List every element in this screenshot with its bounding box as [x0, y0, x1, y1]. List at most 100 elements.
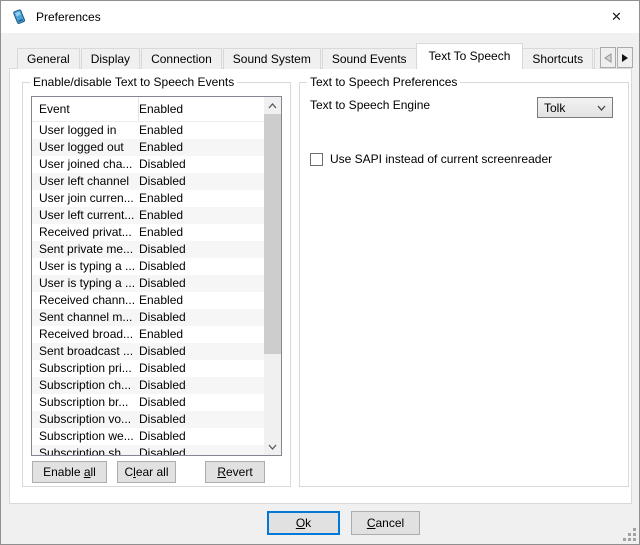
tab-general[interactable]: General: [17, 48, 80, 69]
titlebar[interactable]: Preferences ✕: [1, 1, 639, 33]
table-row[interactable]: Sent private me...Disabled: [32, 241, 281, 258]
table-row[interactable]: User logged outEnabled: [32, 139, 281, 156]
close-icon: ✕: [611, 9, 622, 25]
event-name: Sent channel m...: [32, 309, 139, 326]
event-state: Disabled: [139, 258, 281, 275]
tts-events-table[interactable]: Event Enabled User logged inEnabledUser …: [31, 96, 282, 456]
sapi-checkbox[interactable]: [310, 153, 323, 166]
table-row[interactable]: User left channelDisabled: [32, 173, 281, 190]
tts-preferences-groupbox: Text to Speech Preferences: [299, 82, 629, 487]
tab-scroll-left-button[interactable]: [600, 47, 616, 68]
event-name: User left current...: [32, 207, 139, 224]
event-state: Enabled: [139, 207, 281, 224]
event-name: Received chann...: [32, 292, 139, 309]
tab-display[interactable]: Display: [81, 48, 140, 69]
chevron-up-icon: [268, 103, 277, 109]
event-name: Subscription ch...: [32, 377, 139, 394]
event-state: Disabled: [139, 445, 281, 455]
event-state: Enabled: [139, 190, 281, 207]
event-name: Subscription sh...: [32, 445, 139, 455]
window-title: Preferences: [36, 10, 101, 24]
column-header-event[interactable]: Event: [32, 97, 139, 121]
clear-all-button[interactable]: Clear all: [117, 461, 176, 483]
event-name: User joined cha...: [32, 156, 139, 173]
table-row[interactable]: Subscription vo...Disabled: [32, 411, 281, 428]
table-row[interactable]: User logged inEnabled: [32, 122, 281, 139]
table-row[interactable]: User join curren...Enabled: [32, 190, 281, 207]
table-row[interactable]: Subscription ch...Disabled: [32, 377, 281, 394]
event-name: Received privat...: [32, 224, 139, 241]
table-header-row[interactable]: Event Enabled: [32, 97, 281, 122]
column-header-enabled[interactable]: Enabled: [139, 102, 281, 116]
ok-button[interactable]: Ok: [267, 511, 340, 535]
event-state: Enabled: [139, 326, 281, 343]
tts-group-title: Text to Speech Preferences: [307, 75, 460, 89]
event-name: Sent private me...: [32, 241, 139, 258]
triangle-left-icon: [604, 53, 612, 63]
event-name: Subscription pri...: [32, 360, 139, 377]
table-row[interactable]: User is typing a ...Disabled: [32, 275, 281, 292]
event-state: Disabled: [139, 309, 281, 326]
tts-engine-dropdown[interactable]: Tolk: [537, 97, 613, 118]
scroll-up-button[interactable]: [264, 97, 281, 114]
event-name: Sent broadcast ...: [32, 343, 139, 360]
revert-button[interactable]: Revert: [205, 461, 265, 483]
event-state: Enabled: [139, 122, 281, 139]
scroll-down-button[interactable]: [264, 438, 281, 455]
event-state: Disabled: [139, 275, 281, 292]
table-rows-area: User logged inEnabledUser logged outEnab…: [32, 122, 281, 455]
event-state: Enabled: [139, 139, 281, 156]
tts-engine-label: Text to Speech Engine: [310, 98, 430, 112]
event-state: Disabled: [139, 411, 281, 428]
table-row[interactable]: Subscription we...Disabled: [32, 428, 281, 445]
table-row[interactable]: Sent channel m...Disabled: [32, 309, 281, 326]
sapi-checkbox-row[interactable]: Use SAPI instead of current screenreader: [310, 152, 552, 166]
tab-scroll-buttons: [599, 47, 633, 68]
tab-bar: GeneralDisplayConnectionSound SystemSoun…: [17, 43, 599, 69]
table-row[interactable]: Subscription br...Disabled: [32, 394, 281, 411]
event-name: Subscription br...: [32, 394, 139, 411]
chevron-down-icon: [597, 105, 606, 111]
table-row[interactable]: User left current...Enabled: [32, 207, 281, 224]
cancel-button[interactable]: Cancel: [351, 511, 420, 535]
sapi-checkbox-label: Use SAPI instead of current screenreader: [330, 152, 552, 166]
table-row[interactable]: Received broad...Enabled: [32, 326, 281, 343]
tab-text-to-speech[interactable]: Text To Speech: [416, 43, 524, 69]
tab-sound-events[interactable]: Sound Events: [322, 48, 417, 69]
tts-engine-value: Tolk: [544, 101, 565, 115]
resize-grip[interactable]: [623, 528, 636, 541]
close-button[interactable]: ✕: [594, 1, 639, 33]
event-state: Disabled: [139, 377, 281, 394]
event-state: Disabled: [139, 241, 281, 258]
table-row[interactable]: User is typing a ...Disabled: [32, 258, 281, 275]
tab-sound-system[interactable]: Sound System: [223, 48, 321, 69]
triangle-right-icon: [621, 53, 629, 63]
enable-all-button[interactable]: Enable all: [32, 461, 107, 483]
chevron-down-icon: [268, 444, 277, 450]
table-row[interactable]: Received privat...Enabled: [32, 224, 281, 241]
event-name: User is typing a ...: [32, 275, 139, 292]
teamtalk-app-icon: [11, 9, 27, 25]
event-state: Enabled: [139, 292, 281, 309]
event-name: Received broad...: [32, 326, 139, 343]
scrollbar-thumb[interactable]: [264, 114, 281, 354]
event-name: User join curren...: [32, 190, 139, 207]
event-state: Disabled: [139, 360, 281, 377]
event-state: Disabled: [139, 343, 281, 360]
vertical-scrollbar[interactable]: [264, 97, 281, 455]
event-name: User logged in: [32, 122, 139, 139]
preferences-dialog: Preferences ✕ GeneralDisplayConnectionSo…: [0, 0, 640, 545]
tab-shortcuts[interactable]: Shortcuts: [522, 48, 593, 69]
tab-scroll-right-button[interactable]: [617, 47, 633, 68]
table-row[interactable]: Sent broadcast ...Disabled: [32, 343, 281, 360]
table-row[interactable]: User joined cha...Disabled: [32, 156, 281, 173]
table-row[interactable]: Subscription sh...Disabled: [32, 445, 281, 455]
event-name: User logged out: [32, 139, 139, 156]
event-name: User left channel: [32, 173, 139, 190]
events-group-title: Enable/disable Text to Speech Events: [30, 75, 237, 89]
table-row[interactable]: Received chann...Enabled: [32, 292, 281, 309]
tab-connection[interactable]: Connection: [141, 48, 222, 69]
table-row[interactable]: Subscription pri...Disabled: [32, 360, 281, 377]
event-state: Disabled: [139, 394, 281, 411]
event-state: Disabled: [139, 173, 281, 190]
